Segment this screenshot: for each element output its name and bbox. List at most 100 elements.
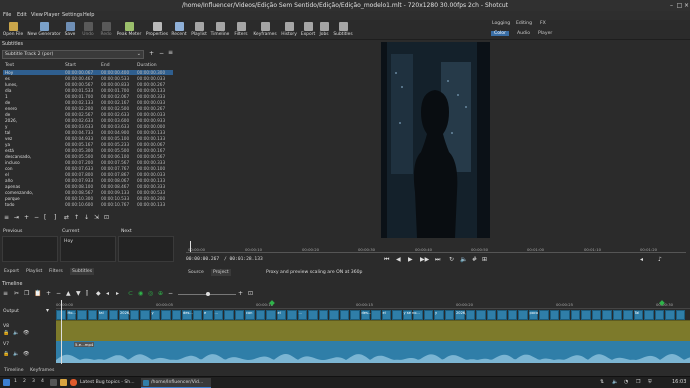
subtitle-clip[interactable] xyxy=(602,310,612,320)
subtitle-row[interactable]: de 00:00:02.133 00:00:02.167 00:00:00.033 xyxy=(3,100,173,105)
subtitle-row[interactable]: 1 00:00:01.700 00:00:02.067 00:00:00.333 xyxy=(3,94,173,99)
subtitle-clip[interactable] xyxy=(581,310,591,320)
v8-hide-icon[interactable]: 👁 xyxy=(23,330,29,336)
subtitle-clip[interactable] xyxy=(675,310,685,320)
workspace-4[interactable]: 4 xyxy=(41,379,44,384)
subtitle-clip[interactable] xyxy=(507,310,517,320)
output-menu-icon[interactable]: ▾ xyxy=(46,307,49,314)
subtitle-clip[interactable] xyxy=(161,310,171,320)
tab-filters[interactable]: Filters xyxy=(49,269,63,274)
v7-mute-icon[interactable]: 🔈 xyxy=(13,351,19,357)
subtitle-row[interactable]: todo 00:00:10.600 00:00:10.767 00:00:00.133 xyxy=(3,202,173,207)
snap-icon[interactable]: ⊂ xyxy=(128,290,133,297)
peak-meter-button[interactable]: Peak Meter xyxy=(116,21,142,39)
subtitle-clip[interactable] xyxy=(465,310,475,320)
play-icon[interactable]: ▶ xyxy=(408,256,413,263)
subtitle-track-select[interactable]: Subtitle Track 2 (por) ⌄ xyxy=(2,50,144,59)
subtitle-clip[interactable] xyxy=(644,310,654,320)
tab-source[interactable]: Source xyxy=(188,270,204,275)
subtitle-clip[interactable] xyxy=(591,310,601,320)
lift-icon[interactable]: ▲ xyxy=(66,290,71,297)
subtitle-clip[interactable] xyxy=(423,310,433,320)
properties-button[interactable]: Properties xyxy=(145,21,169,39)
taskbar-app-browser[interactable]: Latest Bug topics - Sh... xyxy=(70,378,138,388)
start-menu-icon[interactable] xyxy=(3,379,10,386)
subtitle-row[interactable]: descansado, 00:00:05.500 00:00:06.100 00:00… xyxy=(3,154,173,159)
layout-logging[interactable]: Logging xyxy=(492,21,510,26)
taskbar-app-shotcut[interactable]: /home/Influencer/Vid... xyxy=(141,378,211,388)
current-text-box[interactable]: Hoy xyxy=(60,236,116,262)
keyframes-button[interactable]: Keyframes xyxy=(252,21,278,39)
subtitles-button[interactable]: Subtitles xyxy=(332,21,354,39)
cut-icon[interactable]: ✂ xyxy=(14,290,19,297)
subtitle-row[interactable]: y 00:00:03.633 00:00:03.633 00:00:00.000 xyxy=(3,124,173,129)
subtitle-clip[interactable] xyxy=(392,310,402,320)
append-icon[interactable]: + xyxy=(46,290,51,297)
timeline-menu-icon[interactable]: ≡ xyxy=(3,290,8,297)
subtitle-row[interactable]: es 00:00:00.467 00:00:00.533 00:00:00.033 xyxy=(3,76,173,81)
subtitle-clip[interactable] xyxy=(308,310,318,320)
zoom-icon[interactable]: ⊞ xyxy=(482,256,487,263)
grid-icon[interactable]: # xyxy=(472,256,477,263)
timeline-ruler[interactable]: 00:00:00 00:00:05 00:00:10 00:00:15 00:0… xyxy=(56,300,690,309)
subtitle-row[interactable]: año 00:00:07.933 00:00:08.067 00:00:00.133 xyxy=(3,178,173,183)
import-icon[interactable]: ⇥ xyxy=(14,214,19,221)
subtitle-row[interactable]: el 00:00:07.800 00:00:07.867 00:00:00.033 xyxy=(3,172,173,177)
subtitle-row[interactable]: de 00:00:02.567 00:00:02.633 00:00:00.033 xyxy=(3,112,173,117)
show-desktop-icon[interactable] xyxy=(50,379,57,386)
subtitle-row[interactable]: día 00:00:01.533 00:00:01.700 00:00:00.133 xyxy=(3,88,173,93)
v8-mute-icon[interactable]: 🔈 xyxy=(13,330,19,336)
zoom-in-icon[interactable]: + xyxy=(238,290,243,297)
subtitle-clip[interactable] xyxy=(287,310,297,320)
subtitle-clip[interactable] xyxy=(539,310,549,320)
subtitle-clip[interactable] xyxy=(476,310,486,320)
prev-marker-icon[interactable]: ◂ xyxy=(106,290,109,297)
timecode-field[interactable]: 00:00:00.267 xyxy=(186,257,219,262)
subtitle-clip[interactable] xyxy=(318,310,328,320)
loop-icon[interactable]: ↻ xyxy=(449,256,454,263)
open-file-button[interactable]: Open File xyxy=(2,21,24,39)
layout-audio[interactable]: Audio xyxy=(517,31,530,36)
set-end-icon[interactable]: ] xyxy=(54,214,56,221)
subtitle-clip[interactable] xyxy=(87,310,97,320)
undo-button[interactable]: Undo xyxy=(80,21,96,39)
skip-previous-icon[interactable]: ⏮ xyxy=(384,256,389,264)
subtitle-clip[interactable] xyxy=(654,310,664,320)
subtitle-clip[interactable] xyxy=(518,310,528,320)
overwrite-icon[interactable]: ▼ xyxy=(76,290,81,297)
v8-lock-icon[interactable]: 🔒 xyxy=(3,330,9,336)
ripple-icon[interactable]: ◎ xyxy=(148,290,153,297)
subtitle-row[interactable]: está 00:00:05.300 00:00:05.500 00:00:00.167 xyxy=(3,148,173,153)
playlist-button[interactable]: Playlist xyxy=(190,21,208,39)
export-button[interactable]: Export xyxy=(300,21,316,39)
video-preview[interactable] xyxy=(381,42,490,238)
add-marker-icon[interactable]: ◆ xyxy=(96,290,101,297)
subtitle-clip[interactable] xyxy=(570,310,580,320)
remove-icon[interactable]: − xyxy=(56,290,61,297)
menu-help[interactable]: Help xyxy=(83,12,94,18)
zoom-slider-handle[interactable] xyxy=(206,292,210,296)
volume-icon[interactable]: 🔈 xyxy=(460,256,467,263)
paste-icon[interactable]: 📋 xyxy=(34,290,41,297)
player-scrubber[interactable]: 00:00:00 00:00:10 00:00:20 00:00:30 00:0… xyxy=(186,241,686,254)
menu-icon[interactable]: ≡ xyxy=(168,49,173,56)
subtitle-clip[interactable] xyxy=(371,310,381,320)
subtitle-clip[interactable] xyxy=(444,310,454,320)
subtitle-row[interactable]: con 00:00:07.633 00:00:07.767 00:00:00.100 xyxy=(3,166,173,171)
layout-fx[interactable]: FX xyxy=(540,21,546,26)
v7-lock-icon[interactable]: 🔒 xyxy=(3,351,9,357)
subtitle-clip[interactable] xyxy=(266,310,276,320)
move-icon[interactable]: ⇄ xyxy=(64,214,69,221)
menu-file[interactable]: File xyxy=(3,12,11,18)
workspace-1[interactable]: 1 xyxy=(14,379,19,386)
subtitle-clip[interactable] xyxy=(192,310,202,320)
subtitle-clip[interactable] xyxy=(171,310,181,320)
next-text-box[interactable] xyxy=(118,236,174,262)
subtitle-row[interactable]: incluso 00:00:07.200 00:00:07.567 00:00:00.… xyxy=(3,160,173,165)
subtitle-clip[interactable] xyxy=(329,310,339,320)
menu-player[interactable]: Player xyxy=(44,12,60,18)
subtitle-row[interactable]: ya 00:00:05.167 00:00:05.233 00:00:00.067 xyxy=(3,142,173,147)
timeline-button[interactable]: Timeline xyxy=(210,21,230,39)
selection-icon[interactable]: ⊡ xyxy=(104,214,109,221)
workspace-3[interactable]: 3 xyxy=(32,379,35,384)
